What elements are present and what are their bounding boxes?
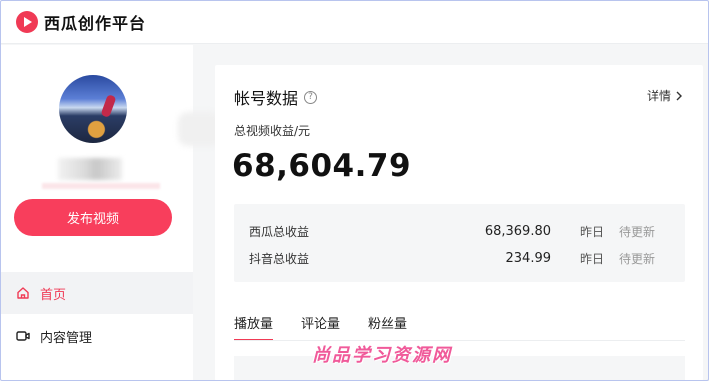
publish-video-button[interactable]: 发布视频 (14, 199, 172, 236)
sidebar-item-label: 首页 (40, 287, 67, 303)
detail-link[interactable]: 详情 (647, 87, 683, 104)
account-data-card: 帐号数据 ? 详情 总视频收益/元 68,604.79 西瓜总收益 68,369… (215, 65, 703, 381)
video-icon (16, 331, 30, 341)
detail-label: 详情 (646, 89, 671, 103)
breakdown-value: 234.99 (505, 250, 552, 266)
user-info-redacted (42, 183, 160, 189)
breakdown-row: 抖音总收益 234.99 昨日 待更新 (234, 248, 685, 268)
tab-divider (234, 340, 685, 341)
watermark: 尚品学习资源网 (312, 345, 452, 366)
home-icon (17, 287, 29, 299)
breakdown-status: 待更新 (619, 224, 656, 239)
breakdown-value: 68,369.80 (484, 223, 551, 239)
breakdown-name: 西瓜总收益 (249, 224, 310, 239)
tab-plays[interactable]: 播放量 (234, 313, 274, 341)
avatar[interactable] (59, 75, 127, 143)
tab-followers[interactable]: 粉丝量 (368, 313, 407, 341)
tab-comments[interactable]: 评论量 (301, 313, 340, 341)
sidebar-item-label: 内容管理 (40, 330, 93, 346)
breakdown-name: 抖音总收益 (249, 251, 310, 266)
logo-icon (16, 10, 38, 33)
revenue-breakdown: 西瓜总收益 68,369.80 昨日 待更新 抖音总收益 234.99 昨日 待… (234, 204, 685, 282)
chart-area (234, 356, 685, 381)
app-name: 西瓜创作平台 (44, 13, 147, 33)
sidebar: 发布视频 首页 内容管理 (0, 45, 193, 381)
card-title: 帐号数据 ? (234, 85, 318, 109)
breakdown-row: 西瓜总收益 68,369.80 昨日 待更新 (234, 221, 685, 241)
breakdown-status: 待更新 (619, 251, 656, 266)
app-logo[interactable]: 西瓜创作平台 (16, 10, 146, 34)
help-icon[interactable]: ? (304, 90, 318, 104)
metric-tabs: 播放量 评论量 粉丝量 (234, 313, 407, 341)
card-title-text: 帐号数据 (234, 89, 299, 108)
total-revenue-label: 总视频收益/元 (234, 124, 311, 138)
username-redacted (58, 158, 122, 180)
chevron-right-icon (676, 91, 682, 100)
sidebar-item-home[interactable]: 首页 (0, 272, 193, 314)
top-bar: 西瓜创作平台 (0, 0, 709, 44)
breakdown-day: 昨日 (580, 251, 605, 266)
sidebar-item-content[interactable]: 内容管理 (0, 315, 193, 357)
breakdown-day: 昨日 (580, 224, 605, 239)
total-revenue-value: 68,604.79 (232, 148, 412, 184)
